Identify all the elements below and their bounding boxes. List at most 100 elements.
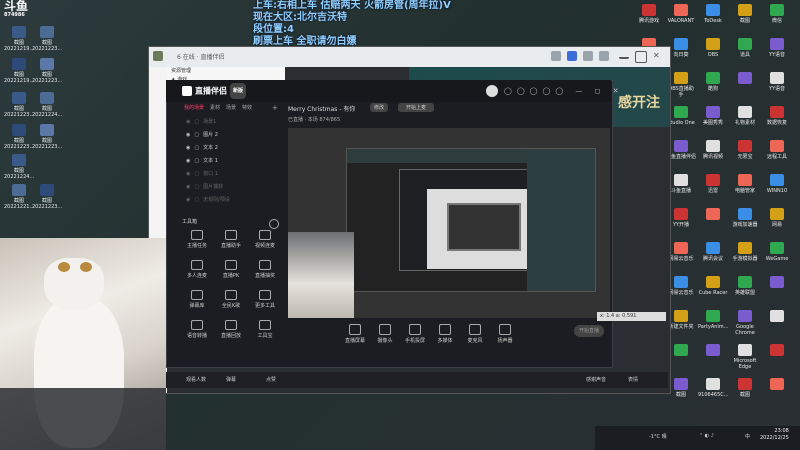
status-item[interactable]: 弹幕: [226, 376, 236, 383]
desktop-icon[interactable]: YY语音: [762, 72, 792, 92]
desktop-icon[interactable]: 腾讯视频: [698, 140, 728, 160]
preview-action-button[interactable]: 开始上麦: [398, 103, 435, 112]
app-toolbar-icons[interactable]: ◯◯◯◯◯ — ◻ ✕: [504, 87, 624, 95]
minimize-icon[interactable]: [619, 51, 629, 59]
desktop-icon[interactable]: 无限宝: [730, 140, 760, 160]
control-button[interactable]: 直播屏幕: [340, 324, 370, 344]
tool-button[interactable]: 直播抽奖: [250, 260, 280, 279]
eye-icon[interactable]: ◉: [186, 158, 190, 164]
desktop-icon[interactable]: 礼物素材: [730, 106, 760, 126]
tool-button[interactable]: 主播任务: [182, 230, 212, 249]
desktop-icon[interactable]: 截图 20221223...: [4, 124, 34, 150]
desktop-icon[interactable]: PartyAnim...: [698, 310, 728, 330]
desktop-icon[interactable]: VALORANT: [666, 4, 696, 24]
status-item[interactable]: 观看人数: [186, 376, 206, 383]
desktop-icon[interactable]: 网易: [762, 208, 792, 228]
desktop-icon[interactable]: OBS: [698, 38, 728, 58]
desktop-icon[interactable]: 酷狗: [698, 72, 728, 92]
desktop-icon[interactable]: WINN10: [762, 174, 792, 194]
tab-effects[interactable]: 特效: [242, 104, 252, 111]
lock-icon[interactable]: ▢: [194, 184, 199, 190]
tool-button[interactable]: 弹幕库: [182, 290, 212, 309]
window-icon[interactable]: [551, 51, 561, 61]
tree-item[interactable]: 资源管理: [167, 67, 285, 76]
desktop-icon[interactable]: [762, 310, 792, 324]
weather-text[interactable]: -1°C 晴: [649, 433, 667, 440]
tool-button[interactable]: 直播助手: [216, 230, 246, 249]
status-item[interactable]: 表情: [628, 376, 638, 383]
scene-item[interactable]: ◉ ▢ 场景1: [182, 116, 282, 129]
desktop-icon[interactable]: [762, 276, 792, 290]
scene-tabs[interactable]: 我的场景 素材 场景 特效: [184, 104, 280, 114]
desktop-icon[interactable]: 截图 20221219...: [4, 58, 34, 84]
lock-icon[interactable]: ▢: [194, 119, 199, 125]
start-stream-button[interactable]: 开始直播: [574, 325, 604, 337]
tray-icons[interactable]: ⌃ ◐ ♪: [699, 433, 714, 439]
desktop-icon[interactable]: ToDesk: [698, 4, 728, 24]
eye-icon[interactable]: ◉: [186, 119, 190, 125]
desktop-icon[interactable]: [762, 344, 792, 358]
desktop-icon[interactable]: 电脑管家: [730, 174, 760, 194]
tool-button[interactable]: 语音转播: [182, 320, 212, 339]
control-button[interactable]: 摄像头: [370, 324, 400, 344]
maximize-icon[interactable]: [635, 51, 647, 63]
desktop-icon[interactable]: 截图 20221224...: [32, 92, 62, 118]
desktop-icon[interactable]: 手游模拟器: [730, 242, 760, 262]
tab-assets[interactable]: 素材: [210, 104, 220, 111]
desktop-icon[interactable]: 迅雷: [698, 174, 728, 194]
lock-icon[interactable]: ▢: [194, 158, 199, 164]
ime-indicator[interactable]: 中: [745, 433, 750, 440]
tool-button[interactable]: 更多工具: [250, 290, 280, 309]
desktop-icon[interactable]: [698, 344, 728, 358]
toolbox-close-icon[interactable]: [269, 219, 279, 229]
desktop-icon[interactable]: Microsoft Edge: [730, 344, 760, 370]
desktop-icon[interactable]: 截图: [730, 4, 760, 24]
eye-icon[interactable]: ◉: [186, 184, 190, 190]
control-button[interactable]: 多媒体: [430, 324, 460, 344]
desktop-icon[interactable]: 腾讯会议: [698, 242, 728, 262]
desktop-icon[interactable]: 道具: [730, 38, 760, 58]
desktop-icon[interactable]: 截图 20221223...: [32, 58, 62, 84]
desktop-icon[interactable]: 英雄联盟: [730, 276, 760, 296]
lock-icon[interactable]: ▢: [194, 145, 199, 151]
eye-icon[interactable]: ◉: [186, 171, 190, 177]
desktop-icon[interactable]: 腾讯游戏: [634, 4, 664, 24]
desktop-icon[interactable]: 远程工具: [762, 140, 792, 160]
status-item[interactable]: 点赞: [266, 376, 276, 383]
desktop-icon[interactable]: 截图 20221223...: [32, 124, 62, 150]
desktop-icon[interactable]: Google Chrome: [730, 310, 760, 336]
tab-scenes[interactable]: 场景: [226, 104, 236, 111]
desktop-icon[interactable]: 美图秀秀: [698, 106, 728, 126]
desktop-icon[interactable]: Cube Racer: [698, 276, 728, 296]
desktop-icon[interactable]: 截图: [730, 378, 760, 398]
desktop-icon[interactable]: 截图 20221224...: [4, 154, 34, 180]
eye-icon[interactable]: ◉: [186, 145, 190, 151]
lock-icon[interactable]: ▢: [194, 171, 199, 177]
tool-button[interactable]: 直播PK: [216, 260, 246, 279]
desktop-icon[interactable]: 9106465C...: [698, 378, 729, 398]
status-item[interactable]: 感谢声音: [586, 376, 606, 383]
control-button[interactable]: 手机投屏: [400, 324, 430, 344]
desktop-icon[interactable]: 截图 20221223...: [32, 26, 62, 52]
skin-icon[interactable]: [599, 51, 609, 61]
menu-icon[interactable]: [583, 51, 593, 61]
user-avatar[interactable]: [486, 85, 498, 97]
scene-list[interactable]: ◉ ▢ 场景1 ◉ ▢ 图片 2 ◉ ▢ 文本 2 ◉ ▢ 文本 1 ◉ ▢ 窗口 1 ◉ ▢ 图片捕获 ◉ ▢ 无规则…: [182, 116, 282, 216]
add-scene-icon[interactable]: +: [272, 104, 278, 112]
scene-item[interactable]: ◉ ▢ 文本 1: [182, 155, 282, 168]
browser-titlebar[interactable]: 6 在线 · 直播伴侣 ✕: [149, 47, 670, 67]
edit-button[interactable]: 修改: [370, 103, 389, 112]
desktop-icon[interactable]: 数据恢复: [762, 106, 792, 126]
scene-item[interactable]: ◉ ▢ 无规则/预设: [182, 194, 282, 207]
desktop-icon[interactable]: 截图 20221223...: [32, 184, 62, 210]
desktop-icon[interactable]: 游戏加速器: [730, 208, 760, 228]
desktop-icon[interactable]: [762, 378, 792, 392]
clock[interactable]: 23:08 2022/12/25: [760, 428, 789, 442]
eye-icon[interactable]: ◉: [186, 132, 190, 138]
desktop-icon[interactable]: 截图 20221219...: [4, 26, 34, 52]
tool-button[interactable]: 工具宝: [250, 320, 280, 339]
desktop-icon[interactable]: WeGame: [762, 242, 792, 262]
lock-icon[interactable]: ▢: [194, 197, 199, 203]
scene-item[interactable]: ◉ ▢ 文本 2: [182, 142, 282, 155]
scene-item[interactable]: ◉ ▢ 窗口 1: [182, 168, 282, 181]
